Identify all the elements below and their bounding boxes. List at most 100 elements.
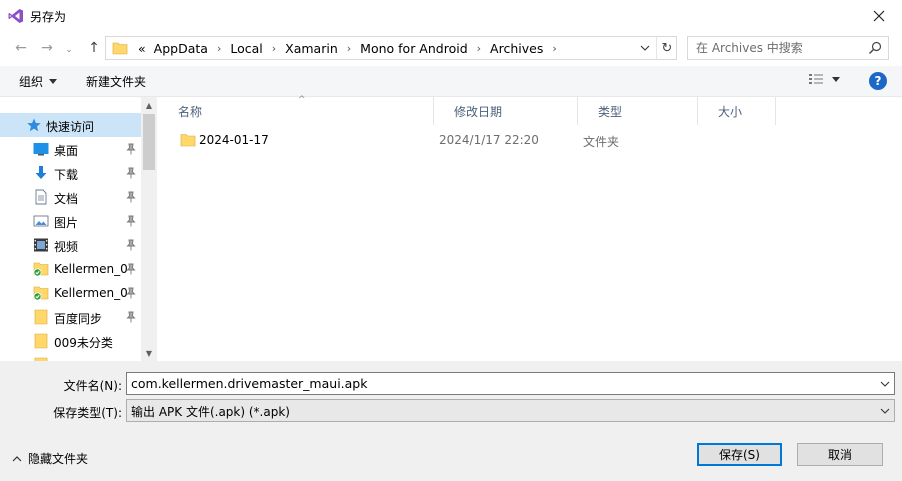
sidebar-item-downloads[interactable]: 下载 — [0, 161, 141, 185]
folder-icon — [112, 40, 128, 56]
column-headers: 名称 修改日期 类型 大小 ^ — [158, 95, 902, 125]
chevron-right-icon[interactable]: › — [267, 42, 281, 55]
search-icon[interactable] — [868, 41, 882, 55]
search-input[interactable] — [688, 37, 864, 59]
pin-icon[interactable] — [125, 239, 137, 251]
folder-icon — [33, 309, 49, 325]
breadcrumb-local[interactable]: Local — [226, 41, 266, 56]
forward-button[interactable]: → — [37, 38, 57, 58]
chevron-down-icon — [880, 408, 890, 414]
refresh-button[interactable]: ↻ — [656, 37, 677, 59]
sidebar-item-desktop[interactable]: 桌面 — [0, 137, 141, 161]
details-view-icon — [809, 74, 823, 84]
filename-dropdown-button[interactable] — [878, 377, 892, 391]
scroll-up-icon[interactable]: ▲ — [141, 97, 156, 113]
filename-label: 文件名(N): — [63, 379, 122, 393]
sidebar-item-label: 视频 — [54, 240, 79, 254]
filetype-value: 输出 APK 文件(.apk) (*.apk) — [131, 405, 290, 419]
sidebar-item-label: Kellermen_0 — [54, 262, 128, 276]
new-folder-button[interactable]: 新建文件夹 — [86, 73, 146, 90]
file-modified: 2024/1/17 22:20 — [439, 133, 539, 147]
pin-icon[interactable] — [125, 311, 137, 323]
column-header-name[interactable]: 名称 — [158, 97, 434, 125]
filename-input[interactable] — [127, 373, 873, 394]
arrow-left-icon: ← — [15, 40, 27, 56]
refresh-icon: ↻ — [661, 40, 673, 56]
arrow-up-icon: ↑ — [88, 40, 100, 56]
sidebar-item-documents[interactable]: 文档 — [0, 185, 141, 209]
sidebar-item-quick-access[interactable]: 快速访问 — [0, 113, 141, 137]
column-header-size[interactable]: 大小 — [698, 97, 776, 125]
cancel-button[interactable]: 取消 — [797, 443, 883, 466]
pin-icon[interactable] — [125, 287, 137, 299]
pin-icon[interactable] — [125, 215, 137, 227]
chevron-down-icon — [880, 381, 890, 387]
sidebar-item-pictures[interactable]: 图片 — [0, 209, 141, 233]
chevron-right-icon[interactable]: › — [212, 42, 226, 55]
save-button[interactable]: 保存(S) — [697, 443, 782, 466]
sidebar-scrollbar[interactable]: ▲ ▼ — [141, 97, 156, 361]
close-button[interactable] — [856, 0, 902, 32]
filetype-select[interactable]: 输出 APK 文件(.apk) (*.apk) — [126, 399, 895, 422]
folder-icon — [180, 132, 196, 151]
sidebar-item-videos[interactable]: 视频 — [0, 233, 141, 257]
pictures-icon — [33, 213, 49, 229]
document-icon — [33, 189, 49, 205]
download-icon — [33, 165, 49, 181]
caret-down-icon — [832, 76, 840, 82]
filetype-dropdown-button[interactable] — [878, 404, 892, 418]
synced-folder-icon — [33, 261, 49, 277]
scroll-down-icon[interactable]: ▼ — [141, 345, 156, 361]
hide-folders-label: 隐藏文件夹 — [28, 452, 89, 466]
chevron-right-icon[interactable]: › — [472, 42, 486, 55]
chevron-down-icon — [640, 45, 650, 51]
chevron-right-icon[interactable]: › — [547, 42, 561, 55]
video-icon — [33, 237, 49, 253]
breadcrumb-overflow[interactable]: « — [134, 41, 150, 56]
sidebar-item-009-uncategorized[interactable]: 009未分类 — [0, 329, 141, 353]
filename-combobox[interactable] — [126, 372, 895, 395]
table-row[interactable]: 2024-01-17 2024/1/17 22:20 文件夹 — [172, 129, 872, 151]
help-icon: ? — [874, 74, 882, 88]
title-bar — [0, 0, 902, 32]
sidebar-item-kellermen-2[interactable]: Kellermen_0 — [0, 281, 141, 305]
folder-icon — [33, 333, 49, 349]
window-title: 另存为 — [30, 10, 67, 24]
sidebar-item-partial[interactable] — [0, 353, 141, 361]
breadcrumb-mono-for-android[interactable]: Mono for Android — [356, 41, 471, 56]
breadcrumb-xamarin[interactable]: Xamarin — [281, 41, 342, 56]
back-button[interactable]: ← — [11, 38, 31, 58]
search-box[interactable] — [687, 36, 889, 60]
organize-button[interactable]: 组织 — [19, 73, 58, 90]
pin-icon[interactable] — [125, 167, 137, 179]
recent-locations-button[interactable]: ⌄ — [62, 40, 76, 60]
pin-icon[interactable] — [125, 263, 137, 275]
sidebar-item-label: 009未分类 — [54, 336, 113, 350]
column-header-type[interactable]: 类型 — [578, 97, 698, 125]
pin-icon[interactable] — [125, 191, 137, 203]
sidebar-item-label: 下载 — [54, 168, 79, 182]
sidebar-item-label: 桌面 — [54, 144, 79, 158]
sidebar-item-label: 快速访问 — [46, 120, 95, 134]
synced-folder-icon — [33, 285, 49, 301]
visual-studio-icon — [8, 8, 24, 24]
sidebar-item-label: 百度同步 — [54, 312, 103, 326]
chevron-down-icon: ⌄ — [65, 45, 73, 55]
pin-icon[interactable] — [125, 143, 137, 155]
column-header-modified[interactable]: 修改日期 — [434, 97, 578, 125]
sidebar-item-kellermen-1[interactable]: Kellermen_0 — [0, 257, 141, 281]
arrow-right-icon: → — [41, 40, 53, 56]
column-header-label: 类型 — [598, 104, 623, 119]
up-button[interactable]: ↑ — [84, 38, 104, 58]
address-bar[interactable]: « AppData › Local › Xamarin › Mono for A… — [105, 36, 677, 60]
help-button[interactable]: ? — [869, 72, 887, 90]
breadcrumb-appdata[interactable]: AppData — [150, 41, 212, 56]
breadcrumb-archives[interactable]: Archives — [486, 41, 547, 56]
change-view-button[interactable] — [808, 72, 840, 86]
hide-folders-toggle[interactable]: 隐藏文件夹 — [12, 450, 88, 467]
star-icon — [26, 117, 42, 133]
scrollbar-thumb[interactable] — [143, 114, 155, 170]
chevron-right-icon[interactable]: › — [342, 42, 356, 55]
address-dropdown-button[interactable] — [634, 37, 656, 59]
sidebar-item-baidu-sync[interactable]: 百度同步 — [0, 305, 141, 329]
